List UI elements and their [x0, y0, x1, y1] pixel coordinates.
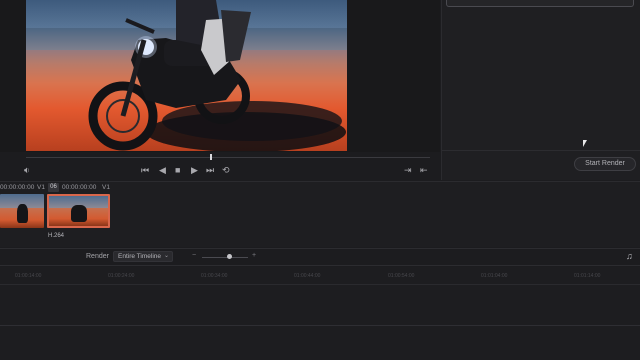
clip-2-codec: H.264 — [48, 233, 65, 239]
ruler-timecode: 01:00:34:00 — [201, 273, 228, 279]
stop-icon[interactable]: ■ — [175, 164, 180, 176]
scrubber[interactable] — [26, 157, 430, 158]
zoom-out-icon[interactable]: − — [192, 252, 196, 259]
ruler-timecode: 01:01:04:00 — [481, 273, 508, 279]
deliver-page: 🔉︎ ⏮︎ ◀ ■ ▶ ⏭︎ ⟲ ⇥ ⇤ Start Render 00:00:… — [0, 0, 640, 360]
volume-icon[interactable]: 🔉︎ — [24, 164, 30, 176]
ruler-timecode: 01:01:14:00 — [574, 273, 601, 279]
render-queue-panel: Start Render — [441, 0, 640, 180]
ruler-timecode: 01:00:54:00 — [388, 273, 415, 279]
video-preview[interactable] — [26, 0, 347, 151]
clip-2-number: 06 — [48, 183, 59, 192]
zoom-slider-knob[interactable] — [227, 254, 232, 259]
zoom-slider[interactable] — [202, 257, 248, 258]
render-job-field[interactable] — [446, 0, 634, 7]
start-render-button[interactable]: Start Render — [574, 157, 636, 171]
ruler-timecode: 01:00:14:00 — [15, 273, 42, 279]
prev-clip-icon[interactable]: ⇥ — [404, 164, 412, 176]
step-back-icon[interactable]: ◀ — [159, 164, 166, 176]
clip-thumbnail-selected[interactable] — [47, 194, 110, 228]
ruler-timecode: 01:00:24:00 — [108, 273, 135, 279]
render-range-dropdown[interactable]: Entire Timeline ⌄ — [113, 251, 173, 262]
track-divider — [0, 325, 640, 326]
chevron-down-icon: ⌄ — [163, 253, 169, 259]
next-clip-icon[interactable]: ⇤ — [420, 164, 428, 176]
zoom-in-icon[interactable]: + — [252, 252, 256, 259]
render-label: Render — [86, 253, 109, 260]
skip-to-end-icon[interactable]: ⏭︎ — [206, 164, 214, 176]
motorcycle-rider-image — [88, 0, 342, 151]
loop-icon[interactable]: ⟲ — [222, 164, 230, 176]
clip-2-track: V1 — [102, 184, 110, 191]
mouse-cursor-icon — [583, 140, 587, 147]
clip-2-timecode: 00:00:00:00 — [62, 184, 97, 191]
clip-thumbnail[interactable] — [0, 194, 44, 228]
music-note-icon[interactable]: ♫ — [626, 251, 633, 261]
ruler-timecode: 01:00:44:00 — [294, 273, 321, 279]
clip-1-track: V1 — [37, 184, 45, 191]
render-range-value: Entire Timeline — [118, 253, 161, 260]
playhead[interactable] — [210, 154, 212, 160]
play-icon[interactable]: ▶ — [191, 164, 198, 176]
clip-1-timecode: 00:00:00:00 — [0, 184, 35, 191]
skip-to-start-icon[interactable]: ⏮︎ — [141, 164, 149, 176]
